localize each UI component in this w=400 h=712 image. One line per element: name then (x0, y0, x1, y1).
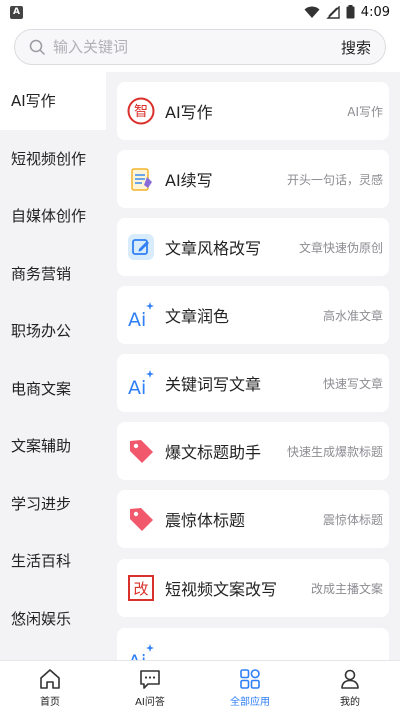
search-icon (29, 39, 45, 55)
app-list: 智 AI写作 AI写作 AI续写 开头一句话，灵感 文章风格改写 文章快速伪原创… (106, 72, 400, 660)
app-card-desc: 快速生成爆款标题 (286, 444, 383, 459)
notepad-icon (127, 165, 155, 193)
sidebar-item-learning[interactable]: 学习进步 (0, 475, 106, 533)
search-input[interactable] (53, 38, 341, 56)
battery-icon (346, 5, 355, 19)
app-card-keyword-article[interactable]: Ai 关键词写文章 快速写文章 (117, 354, 389, 412)
nav-label: 全部应用 (230, 696, 270, 708)
tag-icon (127, 437, 155, 465)
app-card-short-video-rewrite[interactable]: 改 短视频文案改写 改成主播文案 (117, 559, 389, 617)
sidebar-item-office[interactable]: 职场办公 (0, 302, 106, 360)
sidebar-item-leisure[interactable]: 悠闲娱乐 (0, 590, 106, 648)
app-card-partial[interactable]: Ai (117, 628, 389, 660)
nav-label: AI问答 (135, 696, 165, 708)
app-card-title: AI续写 (165, 171, 213, 190)
app-card-style-rewrite[interactable]: 文章风格改写 文章快速伪原创 (117, 218, 389, 276)
sidebar-item-copy-assist[interactable]: 文案辅助 (0, 417, 106, 475)
header: 搜索 (0, 24, 400, 72)
app-card-title: 爆文标题助手 (165, 443, 262, 462)
app-card-viral-title[interactable]: 爆文标题助手 快速生成爆款标题 (117, 422, 389, 480)
edit-square-icon (127, 233, 155, 261)
svg-text:改: 改 (133, 580, 148, 598)
nav-label: 首页 (40, 696, 60, 708)
apps-icon (240, 668, 260, 689)
app-card-desc: 震惊体标题 (322, 512, 383, 527)
app-card-desc: 高水准文章 (322, 308, 383, 323)
sidebar-item-short-video[interactable]: 短视频创作 (0, 130, 106, 188)
svg-text:智: 智 (134, 104, 148, 120)
app-card-desc: 开头一句话，灵感 (286, 172, 383, 187)
status-time: 4:09 (360, 4, 390, 20)
chat-icon (140, 669, 160, 689)
user-icon (341, 669, 359, 689)
status-indicators: 4:09 (304, 5, 390, 20)
search-button[interactable]: 搜索 (341, 37, 371, 58)
ai-sparkle-icon: Ai (127, 369, 155, 397)
app-card-ai-continue[interactable]: AI续写 开头一句话，灵感 (117, 150, 389, 208)
zhi-seal-icon: 智 (127, 97, 155, 125)
app-card-title: 震惊体标题 (165, 511, 246, 530)
nav-ai-qa[interactable]: AI问答 (100, 661, 200, 712)
ai-sparkle-icon: Ai (127, 301, 155, 329)
gai-seal-icon: 改 (127, 574, 155, 602)
app-card-title: 文章风格改写 (165, 239, 262, 258)
app-card-ai-writing[interactable]: 智 AI写作 AI写作 (117, 82, 389, 140)
app-card-title: 短视频文案改写 (165, 580, 278, 599)
bottom-nav: 首页 AI问答 全部应用 我的 (0, 660, 400, 712)
svg-text:Ai: Ai (128, 309, 146, 329)
nav-all-apps[interactable]: 全部应用 (200, 661, 300, 712)
sidebar-item-ai-writing[interactable]: AI写作 (0, 72, 106, 130)
sidebar-item-business-marketing[interactable]: 商务营销 (0, 245, 106, 303)
nav-label: 我的 (340, 696, 360, 708)
app-card-desc: 快速写文章 (322, 376, 383, 391)
app-card-desc: 文章快速伪原创 (298, 240, 383, 255)
sidebar-item-life[interactable]: 生活百科 (0, 532, 106, 590)
svg-text:Ai: Ai (128, 377, 146, 397)
home-icon (40, 668, 60, 689)
app-card-polish[interactable]: Ai 文章润色 高水准文章 (117, 286, 389, 344)
sidebar-item-self-media[interactable]: 自媒体创作 (0, 187, 106, 245)
status-bar: A 4:09 (0, 0, 400, 24)
nav-mine[interactable]: 我的 (300, 661, 400, 712)
app-card-desc: 改成主播文案 (310, 581, 383, 596)
category-sidebar: AI写作 短视频创作 自媒体创作 商务营销 职场办公 电商文案 文案辅助 学习进… (0, 72, 106, 660)
notification-icon: A (10, 5, 23, 19)
tag-icon (127, 505, 155, 533)
nav-home[interactable]: 首页 (0, 661, 100, 712)
signal-icon (326, 5, 340, 19)
search-box[interactable]: 搜索 (14, 29, 386, 65)
app-card-title: AI写作 (165, 103, 213, 122)
ai-sparkle-icon: Ai (127, 643, 155, 660)
app-card-shock-title[interactable]: 震惊体标题 震惊体标题 (117, 490, 389, 548)
svg-text:Ai: Ai (128, 651, 146, 660)
wifi-icon (304, 6, 320, 18)
app-card-title: 文章润色 (165, 307, 230, 326)
app-card-desc: AI写作 (347, 104, 383, 119)
sidebar-item-ecommerce[interactable]: 电商文案 (0, 360, 106, 418)
app-card-title: 关键词写文章 (165, 375, 262, 394)
